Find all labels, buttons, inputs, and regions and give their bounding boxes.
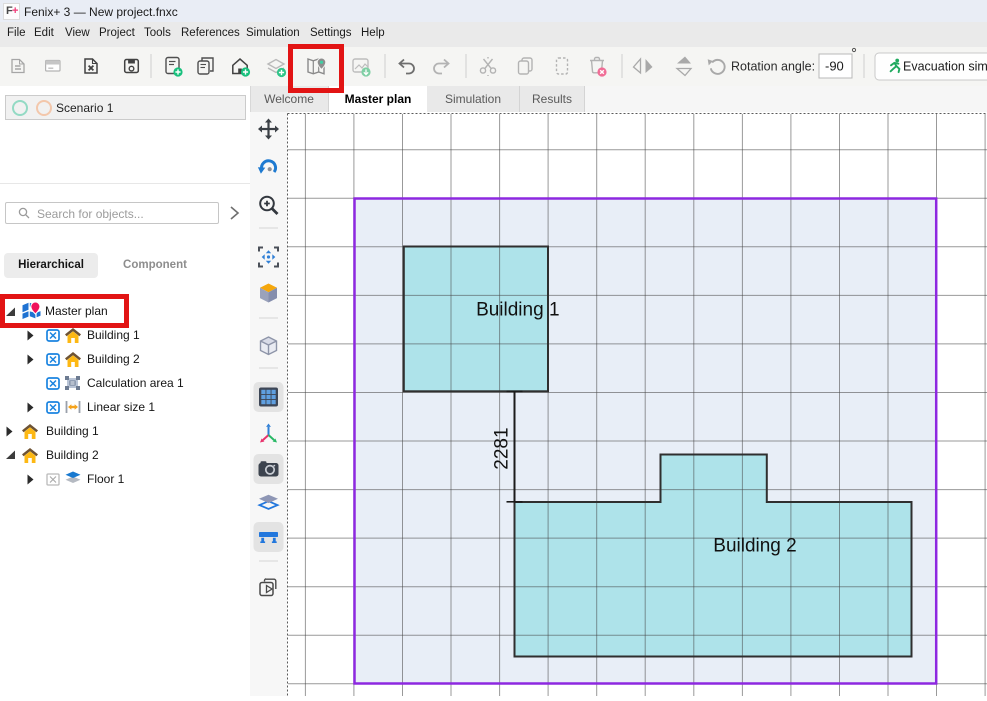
svg-text:Evacuation simu: Evacuation simu xyxy=(903,60,987,74)
svg-text:2281: 2281 xyxy=(492,427,513,469)
svg-text:Rotation angle:: Rotation angle: xyxy=(731,60,815,74)
svg-text:Building 1: Building 1 xyxy=(476,300,559,321)
svg-text:-90: -90 xyxy=(825,59,844,74)
svg-text:Building 2: Building 2 xyxy=(713,536,796,557)
